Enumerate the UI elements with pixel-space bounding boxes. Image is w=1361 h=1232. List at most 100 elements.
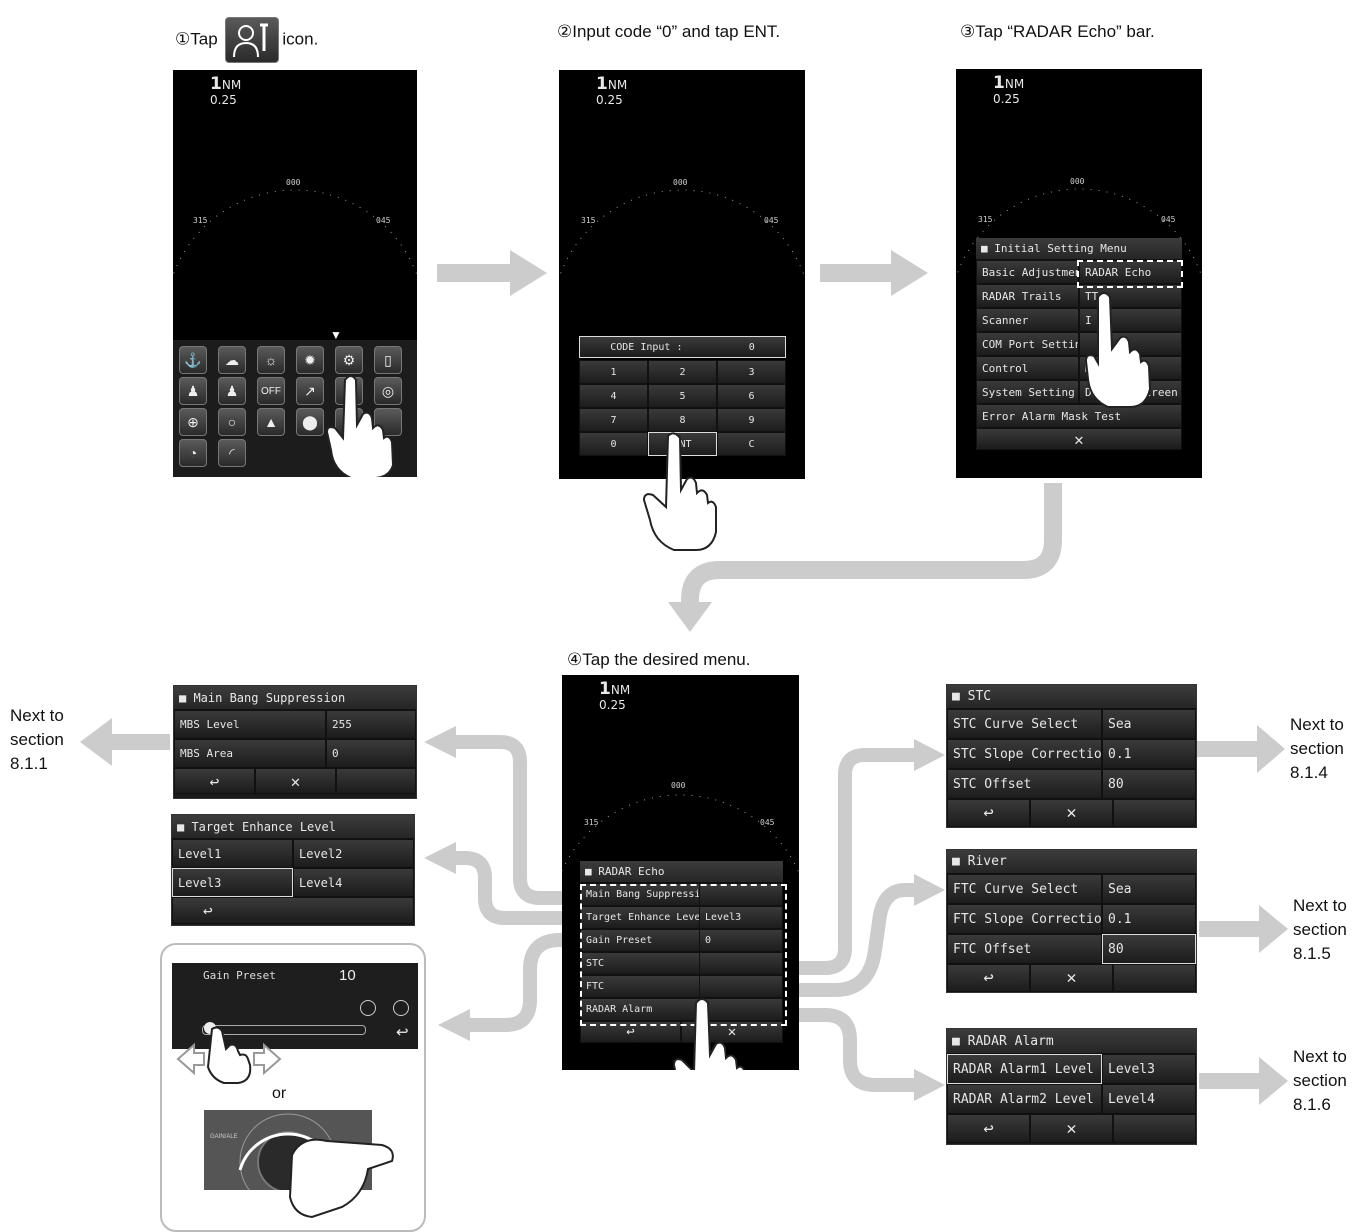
setting-value[interactable]: Sea	[1102, 709, 1196, 739]
setting-value[interactable]: 80	[1102, 769, 1196, 799]
menu-item[interactable]: RADAR Trails	[976, 284, 1079, 308]
setting-label[interactable]: STC Offset	[947, 769, 1102, 799]
menu-item[interactable]: Control	[976, 356, 1079, 380]
close-button[interactable]: ✕	[1030, 1114, 1113, 1143]
gain-value: 10	[339, 967, 356, 984]
back-button[interactable]: ↩	[396, 1023, 409, 1041]
settings-wrench-icon	[225, 17, 280, 63]
sun-day-icon[interactable]: ✹	[296, 346, 324, 374]
arrow-next-mbs	[80, 718, 170, 766]
ebl-icon[interactable]: ↗	[296, 377, 324, 405]
person2-icon[interactable]: ♟	[218, 377, 246, 405]
key-0[interactable]: 0	[579, 432, 648, 456]
lamp-icon[interactable]: ▲	[257, 408, 285, 436]
river-panel: ■ River FTC Curve Select Sea FTC Slope Cor…	[946, 849, 1197, 993]
close-button[interactable]: ✕	[255, 768, 336, 794]
setting-label[interactable]: RADAR Alarm2 Level	[947, 1084, 1102, 1114]
level-option[interactable]: Level4	[293, 868, 414, 897]
panel-title: ■ River	[947, 850, 1196, 874]
hand-rotate-icon	[288, 1138, 394, 1219]
setting-row: FTC Offset 80	[947, 934, 1196, 964]
level-option[interactable]: Level1	[172, 839, 293, 868]
setting-value[interactable]: 80	[1102, 934, 1196, 964]
setting-row: STC Offset 80	[947, 769, 1196, 799]
setting-label[interactable]: MBS Area	[174, 739, 326, 768]
hand-pointer-icon	[672, 998, 746, 1070]
setting-value[interactable]: Sea	[1102, 874, 1196, 904]
setting-label[interactable]: STC Curve Select	[947, 709, 1102, 739]
empty-cell	[336, 768, 416, 794]
radar-alarm-panel: ■ RADAR Alarm RADAR Alarm1 Level Level3 RA…	[946, 1028, 1197, 1145]
pin-icon[interactable]: ⬤	[296, 408, 324, 436]
highlight-radar-echo	[1077, 260, 1183, 288]
close-button[interactable]: ✕	[1030, 964, 1113, 992]
step2-caption: ②Input code “0” and tap ENT.	[557, 22, 781, 41]
curve-icon[interactable]: ◜	[218, 439, 246, 467]
key-c[interactable]: C	[717, 432, 786, 456]
back-button[interactable]: ↩	[174, 768, 255, 794]
circle-icon[interactable]: ○	[218, 408, 246, 436]
setting-value[interactable]: 0.1	[1102, 904, 1196, 934]
brightness-icon[interactable]: ☼	[257, 346, 285, 374]
off-icon[interactable]: OFF	[257, 377, 285, 405]
menu-title: ■ RADAR Echo	[580, 861, 783, 883]
setting-value[interactable]: 255	[326, 710, 416, 739]
screen1: 1NM 0.25 000 315 045 ▼ ⚓ ☁ ☼ ✹ ⚙ ▯ ♟ ♟ OFF ↗ ◎ ⊕ ○ ▲ ⬤ ◔…	[173, 70, 417, 477]
screen4: 1NM 0.25 000 315 045 ■ RADAR Echo Main Ba…	[562, 675, 799, 1070]
target-enhance-panel: ■ Target Enhance Level Level1 Level2 Level…	[171, 814, 415, 926]
back-button[interactable]: ↩	[947, 1114, 1030, 1143]
close-button[interactable]: ✕	[1030, 799, 1113, 827]
key-6[interactable]: 6	[717, 384, 786, 408]
plus-button[interactable]	[393, 1000, 409, 1016]
step4-caption: ④Tap the desired menu.	[567, 650, 751, 669]
setting-value[interactable]: 0.1	[1102, 739, 1196, 769]
person-icon[interactable]: ♟	[179, 377, 207, 405]
hand-pointer-icon	[642, 432, 717, 551]
hand-slide-icon	[176, 1026, 282, 1084]
level-option[interactable]: Level3	[172, 868, 293, 897]
level-option[interactable]: Level2	[293, 839, 414, 868]
key-3[interactable]: 3	[717, 360, 786, 384]
stc-panel: ■ STC STC Curve Select Sea STC Slope Corre…	[946, 684, 1197, 828]
panel-title: ■ Main Bang Suppression	[174, 686, 416, 710]
setting-row: MBS Level 255	[174, 710, 416, 739]
setting-value[interactable]: Level3	[1102, 1054, 1196, 1084]
setting-row: STC Curve Select Sea	[947, 709, 1196, 739]
key-7[interactable]: 7	[579, 408, 648, 432]
menu-item[interactable]: Basic Adjustment	[976, 260, 1079, 284]
key-1[interactable]: 1	[579, 360, 648, 384]
key-2[interactable]: 2	[648, 360, 717, 384]
arrow-next-river	[1199, 905, 1288, 953]
back-button[interactable]: ↩	[172, 897, 414, 924]
radar-sweep-icon[interactable]: ◔	[179, 439, 207, 467]
rain-clutter-icon[interactable]: ☁	[218, 346, 246, 374]
key-8[interactable]: 8	[648, 408, 717, 432]
arrow-step1-to-step2	[437, 250, 547, 296]
close-button[interactable]: ✕	[976, 428, 1182, 450]
setting-label[interactable]: RADAR Alarm1 Level	[947, 1054, 1102, 1084]
setting-value[interactable]: 0	[326, 739, 416, 768]
compass-icon[interactable]: ⊕	[179, 408, 207, 436]
anchor-waves-icon[interactable]: ⚓	[179, 346, 207, 374]
minus-button[interactable]	[360, 1000, 376, 1016]
setting-label[interactable]: FTC Offset	[947, 934, 1102, 964]
menu-item[interactable]: Scanner	[976, 308, 1079, 332]
menu-item[interactable]: COM Port Setting	[976, 332, 1079, 356]
empty-cell	[1113, 1114, 1196, 1143]
setting-value[interactable]: Level4	[1102, 1084, 1196, 1114]
back-button[interactable]: ↩	[947, 799, 1030, 827]
key-5[interactable]: 5	[648, 384, 717, 408]
key-4[interactable]: 4	[579, 384, 648, 408]
menu-item[interactable]: System Setting	[976, 380, 1079, 404]
key-9[interactable]: 9	[717, 408, 786, 432]
code-input-field[interactable]: CODE Input : 0	[579, 336, 786, 358]
panel-title: ■ RADAR Alarm	[947, 1029, 1196, 1054]
setting-row: RADAR Alarm2 Level Level4	[947, 1084, 1196, 1114]
arrow-next-alarm	[1199, 1057, 1288, 1105]
setting-label[interactable]: STC Slope Correction	[947, 739, 1102, 769]
step1-caption: ①Tap icon.	[175, 17, 318, 63]
setting-label[interactable]: FTC Slope Correction	[947, 904, 1102, 934]
setting-label[interactable]: FTC Curve Select	[947, 874, 1102, 904]
setting-label[interactable]: MBS Level	[174, 710, 326, 739]
back-button[interactable]: ↩	[947, 964, 1030, 992]
